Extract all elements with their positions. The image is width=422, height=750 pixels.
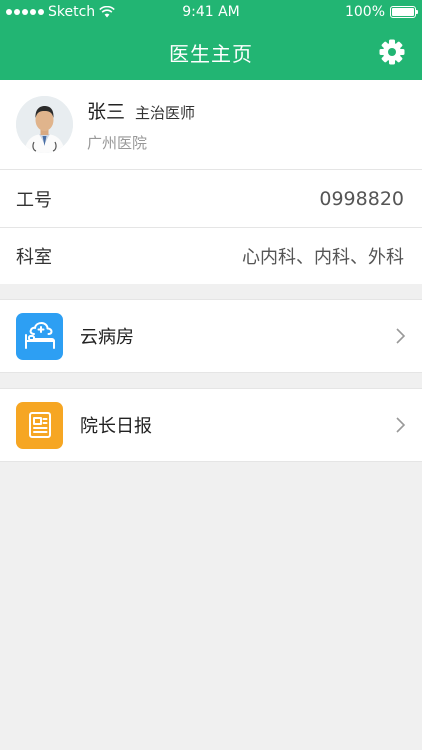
employee-id-row: 工号 0998820 xyxy=(0,170,422,227)
employee-id-value: 0998820 xyxy=(319,187,404,210)
profile-header[interactable]: 张三 主治医师 广州医院 xyxy=(0,80,422,170)
nav-bar: 医生主页 xyxy=(0,24,422,80)
battery-icon xyxy=(390,6,418,18)
status-bar: Sketch 9:41 AM 100% xyxy=(0,0,422,24)
department-value: 心内科、内科、外科 xyxy=(242,247,404,268)
header: Sketch 9:41 AM 100% 医生主页 xyxy=(0,0,422,80)
avatar xyxy=(16,96,73,153)
department-label: 科室 xyxy=(16,247,52,268)
doctor-title: 主治医师 xyxy=(135,103,196,122)
hospital-name: 广州医院 xyxy=(87,133,148,152)
doctor-name: 张三 xyxy=(87,100,126,123)
gear-icon[interactable] xyxy=(378,38,406,66)
chevron-right-icon xyxy=(396,417,406,433)
menu-item-director-daily-report[interactable]: 院长日报 xyxy=(0,388,422,462)
chevron-right-icon xyxy=(396,328,406,344)
menu-label-director-daily-report: 院长日报 xyxy=(80,416,152,437)
profile-card: 张三 主治医师 广州医院 工号 0998820 科室 心内科、内科、外科 xyxy=(0,80,422,284)
menu-label-cloud-ward: 云病房 xyxy=(80,327,134,348)
report-icon xyxy=(16,401,63,449)
department-row: 科室 心内科、内科、外科 xyxy=(0,227,422,284)
employee-id-label: 工号 xyxy=(16,189,52,211)
page-title: 医生主页 xyxy=(169,41,253,66)
hospital-bed-icon xyxy=(16,312,63,360)
status-time: 9:41 AM xyxy=(182,4,240,20)
menu-item-cloud-ward[interactable]: 云病房 xyxy=(0,299,422,373)
